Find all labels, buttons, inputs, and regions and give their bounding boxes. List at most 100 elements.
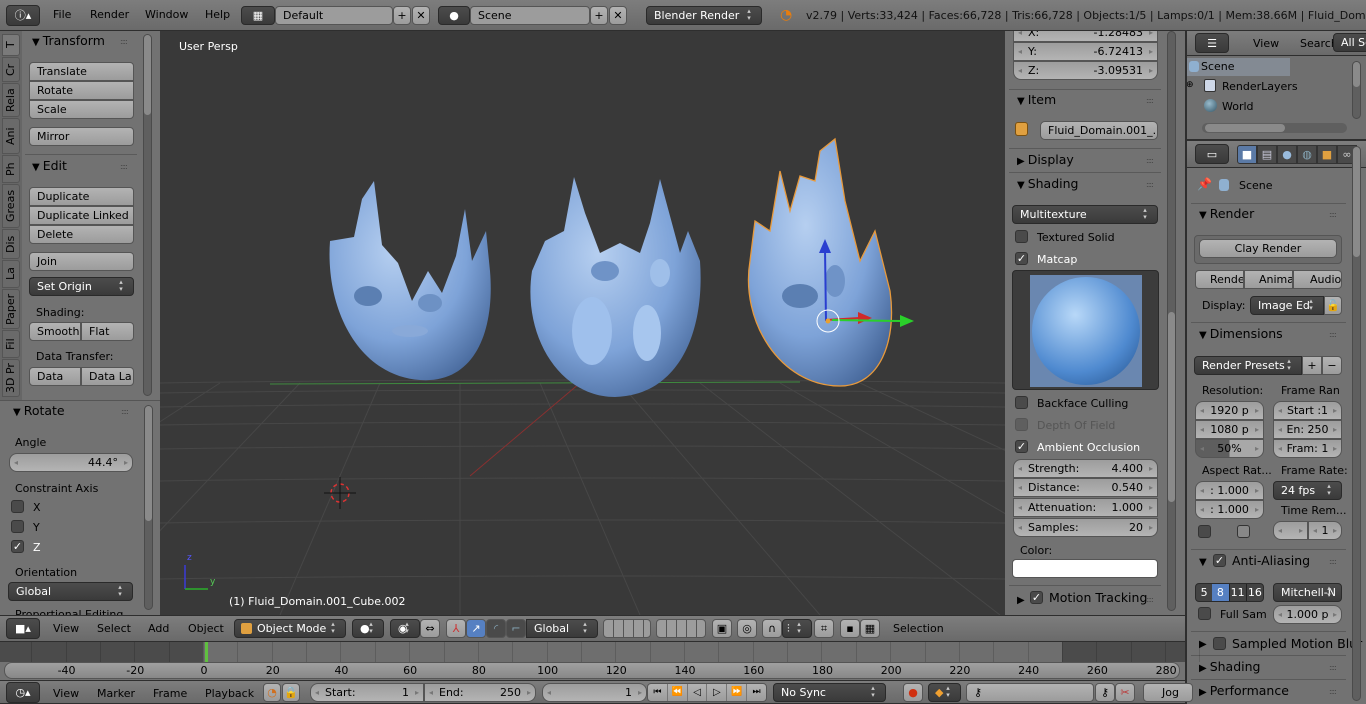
- axis-x-checkbox[interactable]: [11, 500, 24, 513]
- manipulator-toggle-button[interactable]: ⅄: [446, 619, 466, 638]
- angle-field[interactable]: 44.4°: [9, 453, 133, 472]
- panel-anti-aliasing-toggle[interactable]: ▼: [1199, 553, 1210, 568]
- end-frame-field[interactable]: End:250: [424, 683, 536, 702]
- opengl-render-animation-button[interactable]: ▦: [860, 619, 880, 638]
- scene-field[interactable]: Scene: [470, 6, 590, 25]
- snap-target-button[interactable]: ⌗: [814, 619, 834, 638]
- render-audio-button[interactable]: Audio: [1293, 270, 1342, 289]
- properties-scrollbar[interactable]: [1352, 146, 1361, 701]
- layers-group-1[interactable]: [603, 619, 651, 638]
- manipulate-center-button[interactable]: ⇔: [420, 619, 440, 638]
- play-reverse-icon[interactable]: ◁: [686, 684, 707, 701]
- ao-strength-field[interactable]: Strength:4.400: [1013, 459, 1158, 478]
- render-animation-button[interactable]: Anima: [1244, 270, 1293, 289]
- ao-samples-field[interactable]: Samples:20: [1013, 518, 1158, 537]
- set-origin-dropdown[interactable]: Set Origin: [29, 277, 134, 296]
- properties-editor-type-button[interactable]: ▭: [1195, 144, 1229, 164]
- panel-performance-header[interactable]: ▶ Performance: [1199, 683, 1289, 698]
- drag-handle-icon[interactable]: ::::: [1329, 557, 1337, 566]
- insert-keyframe-button[interactable]: ⚷: [1095, 683, 1115, 702]
- axis-z-checkbox[interactable]: ✓: [11, 540, 24, 553]
- context-tab-render[interactable]: ■: [1237, 145, 1257, 164]
- delete-button[interactable]: Delete: [29, 225, 134, 244]
- outliner-display-dropdown[interactable]: All Sc: [1333, 33, 1366, 52]
- panel-display-header[interactable]: ▶ Display: [1017, 152, 1074, 167]
- drag-handle-icon[interactable]: ::::: [1329, 330, 1337, 339]
- interaction-mode-dropdown[interactable]: Object Mode: [234, 619, 346, 638]
- panel-sampled-motion-blur-toggle[interactable]: ▶: [1199, 635, 1210, 650]
- rotate-manipulator-button[interactable]: ◜: [486, 619, 506, 638]
- delete-keyframe-button[interactable]: ✂: [1115, 683, 1135, 702]
- menu-object[interactable]: Object: [188, 622, 224, 635]
- lock-interface-button[interactable]: 🔓: [1324, 296, 1342, 315]
- time-remap-new-field[interactable]: 1: [1308, 521, 1342, 540]
- add-preset-button[interactable]: +: [1302, 356, 1322, 375]
- remove-layout-button[interactable]: ✕: [412, 6, 430, 25]
- 3d-viewport[interactable]: User Persp z y (1) Fluid_Domain.001_Cube…: [160, 31, 1005, 615]
- aa-samples-16[interactable]: 16: [1245, 584, 1263, 601]
- tab-tools[interactable]: T: [2, 34, 20, 56]
- outliner-item-world[interactable]: World: [1222, 100, 1254, 113]
- keying-set-field[interactable]: ⚷: [966, 683, 1094, 702]
- timeline-menu-view[interactable]: View: [53, 687, 79, 700]
- tab-3d-print[interactable]: 3D Pr: [2, 359, 20, 397]
- ambient-occlusion-checkbox[interactable]: ✓: [1015, 440, 1028, 453]
- jump-to-end-icon[interactable]: ⏭: [746, 684, 766, 701]
- translate-button[interactable]: Translate: [29, 62, 134, 81]
- render-presets-dropdown[interactable]: Render Presets: [1194, 356, 1302, 375]
- drag-handle-icon[interactable]: ::::: [1146, 156, 1154, 165]
- textured-solid-checkbox[interactable]: [1015, 230, 1028, 243]
- ao-attenuation-field[interactable]: Attenuation:1.000: [1013, 498, 1158, 517]
- panel-shading-header[interactable]: ▼ Shading: [1017, 176, 1078, 191]
- tab-physics[interactable]: Ph: [2, 155, 20, 183]
- location-y-field[interactable]: Y:-6.72413: [1013, 42, 1158, 61]
- jump-to-keyframe-forward-icon[interactable]: ⏩: [726, 684, 746, 701]
- add-layout-button[interactable]: +: [393, 6, 411, 25]
- timeline-ruler[interactable]: -40 -20 0 20 40 60 80 100 120 140 160 180 200 220 240 2…: [4, 662, 1180, 679]
- editor-type-timeline-button[interactable]: ◷▴: [6, 682, 40, 703]
- aa-samples-11[interactable]: 11: [1228, 584, 1246, 601]
- aspect-y-field[interactable]: : 1.000: [1195, 500, 1264, 519]
- timeline-menu-frame[interactable]: Frame: [153, 687, 187, 700]
- context-tab-object[interactable]: ■: [1317, 145, 1337, 164]
- drag-handle-icon[interactable]: ::::: [120, 162, 128, 171]
- menu-help[interactable]: Help: [205, 0, 230, 30]
- orientation-dropdown[interactable]: Global: [8, 582, 133, 601]
- depth-of-field-checkbox[interactable]: [1015, 418, 1028, 431]
- layout-icon-button[interactable]: ▦: [241, 6, 275, 25]
- jump-to-keyframe-back-icon[interactable]: ⏪: [666, 684, 687, 701]
- current-frame-indicator[interactable]: [205, 642, 209, 662]
- panel-edit-header[interactable]: ▼ Edit: [32, 158, 67, 173]
- data-transfer-button[interactable]: Data: [29, 367, 81, 386]
- matcap-checkbox[interactable]: ✓: [1015, 252, 1028, 265]
- proportional-editing-button[interactable]: ◎: [737, 619, 757, 638]
- aa-samples-8[interactable]: 8: [1212, 584, 1229, 601]
- expand-icon[interactable]: ⊕: [1187, 80, 1194, 90]
- tab-paper[interactable]: Paper: [2, 289, 20, 329]
- drag-handle-icon[interactable]: ::::: [1146, 180, 1154, 189]
- motion-tracking-checkbox[interactable]: ✓: [1030, 591, 1043, 604]
- play-icon[interactable]: ▷: [706, 684, 726, 701]
- frame-rate-dropdown[interactable]: 24 fps: [1273, 481, 1342, 500]
- resolution-y-field[interactable]: 1080 p: [1195, 420, 1264, 439]
- render-display-dropdown[interactable]: Image Ed: [1250, 296, 1324, 315]
- frame-end-field[interactable]: En: 250: [1273, 420, 1342, 439]
- drag-handle-icon[interactable]: ::::: [120, 37, 128, 46]
- drag-handle-icon[interactable]: ::::: [1329, 210, 1337, 219]
- smooth-button[interactable]: Smooth: [29, 322, 81, 341]
- outliner-item-scene[interactable]: Scene: [1187, 58, 1290, 76]
- transform-orientation-dropdown[interactable]: Global: [526, 619, 598, 638]
- mirror-button[interactable]: Mirror: [29, 127, 134, 146]
- location-z-field[interactable]: Z:-3.09531: [1013, 61, 1158, 80]
- filter-size-field[interactable]: 1.000 p: [1273, 605, 1342, 624]
- render-engine-dropdown[interactable]: Blender Render: [646, 6, 762, 25]
- scene-icon-button[interactable]: ●: [438, 6, 470, 25]
- duplicate-linked-button[interactable]: Duplicate Linked: [29, 206, 134, 225]
- sampled-motion-blur-checkbox[interactable]: [1213, 637, 1226, 650]
- aa-filter-dropdown[interactable]: Mitchell-N: [1273, 583, 1342, 602]
- tab-animation[interactable]: Ani: [2, 118, 20, 154]
- time-remap-old-field[interactable]: [1273, 521, 1308, 540]
- tab-relations[interactable]: Rela: [2, 83, 20, 117]
- join-button[interactable]: Join: [29, 252, 134, 271]
- panel-motion-tracking-header[interactable]: Motion Tracking: [1049, 590, 1147, 605]
